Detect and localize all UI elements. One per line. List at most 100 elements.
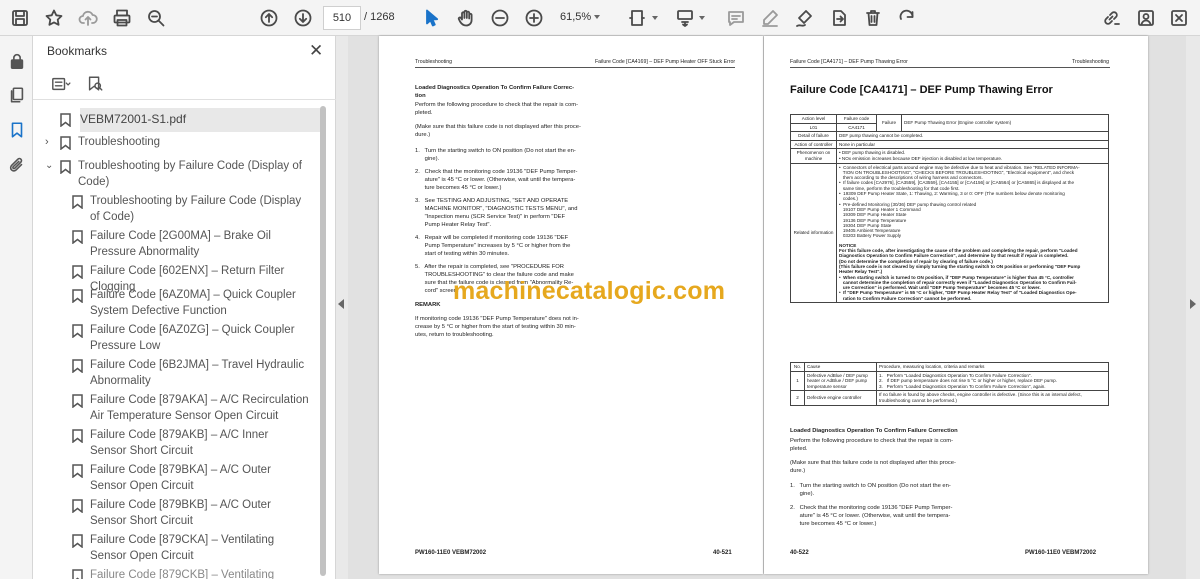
sign-icon[interactable] <box>791 5 817 31</box>
page-header-right: Troubleshooting <box>1072 59 1110 65</box>
header-rule <box>415 67 735 68</box>
remark-label: REMARK <box>415 302 441 308</box>
page-down-icon[interactable] <box>290 5 316 31</box>
table-cell: Related information <box>790 162 837 303</box>
document-viewer[interactable]: Troubleshooting Failure Code [CA4169] – … <box>348 36 1186 579</box>
body-text: ration to Confirm Failure Correction" ca… <box>839 295 972 301</box>
zoom-level-select[interactable]: 61,5% <box>560 11 601 23</box>
body-text: start of testing within 30 minutes. <box>415 251 510 257</box>
expand-right-panel-handle[interactable] <box>1186 36 1200 579</box>
scroll-mode-icon[interactable] <box>672 5 706 31</box>
tools-icon[interactable] <box>1166 5 1192 31</box>
share-icon[interactable] <box>826 5 852 31</box>
bookmark-item[interactable]: Failure Code [6AZ0ZG] – Quick Coupler Pr… <box>72 323 305 354</box>
bookmark-options-icon[interactable] <box>47 74 73 94</box>
select-cursor-icon[interactable] <box>419 5 445 31</box>
body-text: (Make sure that this failure code is not… <box>415 124 581 130</box>
navigation-rail <box>0 36 33 579</box>
main-toolbar: 510 / 1268 61,5% <box>0 0 1200 36</box>
bookmark-item[interactable]: VEBM72001-S1.pdf <box>60 108 320 132</box>
bookmark-item[interactable]: Failure Code [879AKB] – A/C Inner Sensor… <box>72 428 305 459</box>
page-header-right: Failure Code [CA4169] – DEF Pump Heater … <box>595 59 736 65</box>
bookmark-item[interactable]: Failure Code [879BKA] – A/C Outer Sensor… <box>72 463 305 494</box>
table-cell: Procedure, measuring location, criteria … <box>876 362 1109 372</box>
page-number: 40-521 <box>713 550 732 556</box>
star-icon[interactable] <box>41 5 67 31</box>
chevron-right-icon[interactable]: › <box>45 135 55 151</box>
body-text: 2. Check that the monitoring code 19136 … <box>790 505 953 511</box>
table-cell: L01 <box>790 122 837 133</box>
page-number: 40-522 <box>790 550 809 556</box>
zoom-in-icon[interactable] <box>521 5 547 31</box>
bookmark-flag-icon <box>72 289 83 304</box>
link-icon[interactable] <box>1098 5 1124 31</box>
bookmark-item[interactable]: Troubleshooting by Failure Code (Display… <box>72 194 310 225</box>
hand-tool-icon[interactable] <box>453 5 479 31</box>
failure-info-table: Action level Failure code Failure DEF Pu… <box>790 113 1109 303</box>
body-text: 5. After the repair is completed, see "P… <box>415 264 564 270</box>
bookmark-flag-icon <box>72 394 83 409</box>
zoom-search-icon[interactable] <box>143 5 169 31</box>
table-cell: Defective AdBlue / DEF pump heater or Ad… <box>804 370 877 392</box>
bookmark-item[interactable]: Failure Code [6AZ0MA] – Quick Coupler Sy… <box>72 288 305 319</box>
body-text: 3. Perform "Loaded Diagnostics Operation… <box>879 383 1046 389</box>
page-up-icon[interactable] <box>256 5 282 31</box>
page-header-left: Failure Code [CA4171] – DEF Pump Thawing… <box>790 59 908 65</box>
table-cell: DEF Pump Thawing Error (Engine controlle… <box>901 113 1109 133</box>
bookmark-flag-icon <box>60 113 71 128</box>
bookmark-item[interactable]: Failure Code [879BKB] – A/C Outer Sensor… <box>72 498 305 529</box>
user-account-icon[interactable] <box>1133 5 1159 31</box>
body-text: MACHINE MONITOR", "DIAGNOSTIC TESTS MENU… <box>415 206 578 212</box>
chevron-down-icon[interactable]: ⌄ <box>45 158 55 174</box>
bookmark-item[interactable]: Failure Code [2G00MA] – Brake Oil Pressu… <box>72 229 310 260</box>
body-text: ature" is 45 °C or lower. (Otherwise, wa… <box>415 177 576 183</box>
section-title: tion <box>415 93 426 99</box>
body-text: Pump Temperature" increases by 5 °C or h… <box>415 243 571 249</box>
body-text: • NOx emission increases because DEF inj… <box>839 155 1003 161</box>
page-number-input[interactable]: 510 <box>323 6 361 30</box>
bookmark-panel-icon[interactable] <box>6 119 28 141</box>
cloud-upload-icon[interactable] <box>75 5 101 31</box>
bookmark-item[interactable]: Failure Code [6B2JMA] – Travel Hydraulic… <box>72 358 305 389</box>
scrollbar-thumb[interactable] <box>320 106 326 576</box>
print-icon[interactable] <box>109 5 135 31</box>
table-cell: Detail of failure <box>790 131 837 141</box>
highlight-pen-icon[interactable] <box>757 5 783 31</box>
collapse-panel-handle[interactable] <box>336 36 348 579</box>
table-cell: 1 <box>790 370 805 392</box>
bookmark-flag-icon <box>72 265 83 280</box>
bookmark-item[interactable]: › Troubleshooting <box>45 135 318 151</box>
panel-title: Bookmarks <box>47 44 108 58</box>
lock-icon[interactable] <box>6 50 28 72</box>
table-cell: Defective engine controller <box>804 390 877 406</box>
bookmark-item[interactable]: Failure Code [879CKA] – Ventilating Sens… <box>72 533 305 564</box>
bookmark-item[interactable]: ⌄ Troubleshooting by Failure Code (Displ… <box>45 159 308 190</box>
bookmark-flag-icon <box>60 160 71 175</box>
find-bookmark-icon[interactable] <box>86 74 104 94</box>
table-cell: • DEF pump thawing is disabled. • NOx em… <box>836 148 1109 164</box>
bookmark-item[interactable]: Failure Code [879CKB] – Ventilating Sens… <box>72 568 305 579</box>
close-icon[interactable]: ✕ <box>309 41 323 61</box>
bookmark-scrollbar[interactable] <box>320 104 328 576</box>
rotate-icon[interactable] <box>894 5 920 31</box>
body-text: ature" is 45 °C or lower. (Otherwise, wa… <box>790 513 951 519</box>
pages-icon[interactable] <box>6 84 28 106</box>
table-cell: No. <box>790 362 805 372</box>
body-text: If monitoring code 19136 "DEF Pump Tempe… <box>415 316 579 322</box>
table-cell: Phenomenon on machine <box>790 148 837 164</box>
comment-icon[interactable] <box>723 5 749 31</box>
page-footer-right: PW160-11E0 VEBM72002 <box>1025 550 1097 556</box>
body-text: 1. Turn the starting switch to ON positi… <box>415 148 576 154</box>
bookmark-item[interactable]: Failure Code [879AKA] – A/C Recirculatio… <box>72 393 318 424</box>
pdf-page-right: Failure Code [CA4171] – DEF Pump Thawing… <box>764 36 1148 574</box>
body-text: gine). <box>415 156 440 162</box>
save-icon[interactable] <box>7 5 33 31</box>
table-cell: Cause <box>804 362 877 372</box>
zoom-out-icon[interactable] <box>487 5 513 31</box>
cause-table: No. Cause Procedure, measuring location,… <box>790 362 1109 406</box>
page-total-label: / 1268 <box>364 11 395 23</box>
bookmark-flag-icon <box>72 324 83 339</box>
attachment-icon[interactable] <box>6 154 28 176</box>
delete-icon[interactable] <box>860 5 886 31</box>
page-fit-icon[interactable] <box>625 5 659 31</box>
